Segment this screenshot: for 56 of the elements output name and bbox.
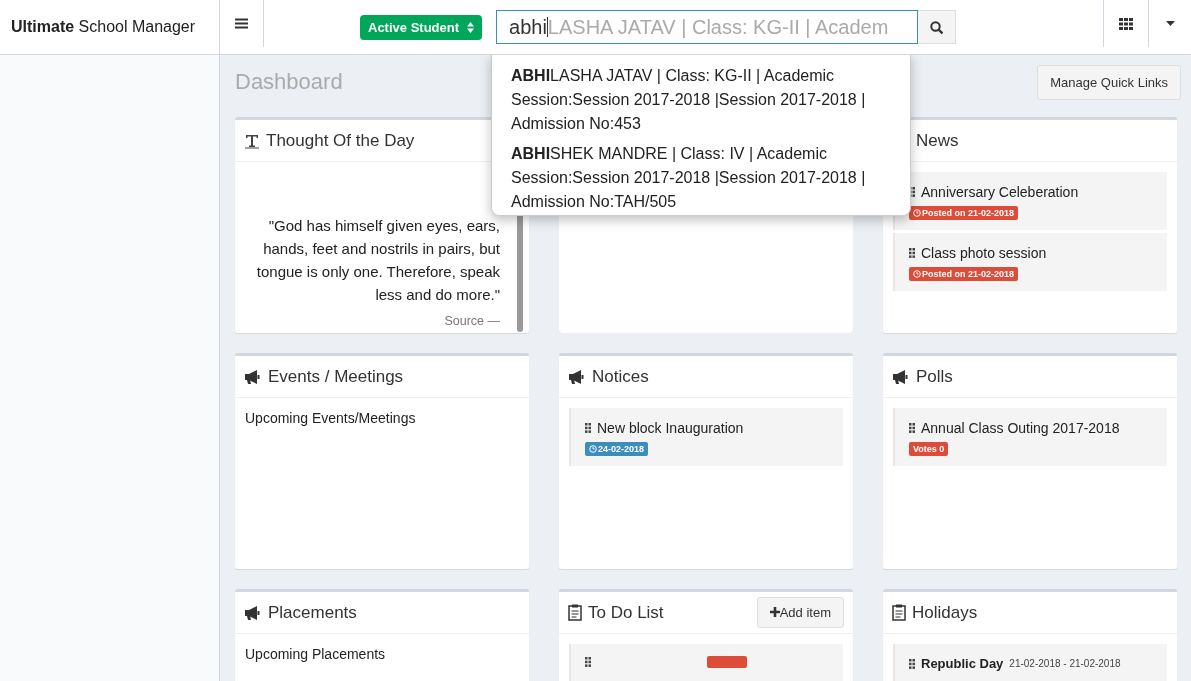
add-item-button[interactable]: Add item [756, 597, 844, 628]
item-title[interactable]: Annual Class Outing 2017-2018 [921, 420, 1120, 436]
placeholder-text: Upcoming Events/Meetings [244, 409, 417, 428]
search-field[interactable]: abhiLASHA JATAV | Class: KG-II | Academ [496, 10, 918, 44]
panel-title: News [916, 130, 959, 151]
date-badge: 24-02-2018 [585, 442, 649, 456]
grip-icon[interactable] [909, 423, 915, 433]
panel-title: Holidays [912, 602, 978, 623]
holiday-name: Republic Day [921, 656, 1004, 671]
holiday-dates: 21-02-2018 - 21-02-2018 [1009, 658, 1121, 669]
search-icon [930, 20, 943, 34]
clock-icon [913, 209, 921, 217]
autocomplete-hint: LASHA JATAV | Class: KG-II | Academ [547, 15, 889, 39]
clipboard-icon [892, 604, 906, 621]
grip-icon[interactable] [909, 658, 915, 669]
menu-icon[interactable] [235, 18, 248, 29]
panel-title: Placements [268, 602, 357, 623]
megaphone-icon [892, 368, 910, 385]
suggestion-item[interactable]: ABHILASHA JATAV | Class: KG-II | Academic Session:Session 2017-2018 |Session 2017-2018 | Admission No:453 [511, 64, 910, 136]
clipboard-icon [568, 604, 582, 621]
clock-icon [913, 270, 921, 278]
grip-icon[interactable] [585, 423, 591, 433]
manage-links-button[interactable]: Manage Quick Links [1037, 64, 1181, 100]
clock-icon [589, 445, 597, 453]
caret-icon[interactable] [1165, 21, 1175, 26]
page-title: Dashboard [235, 69, 343, 95]
list-item[interactable]: New block Inauguration 24-02-2018 [569, 408, 843, 466]
item-title[interactable]: Anniversary Celeberation [921, 184, 1079, 200]
date-badge: Votes 0 [909, 442, 949, 456]
date-badge: Posted on 21-02-2018 [909, 267, 1019, 281]
panel-title: To Do List [588, 602, 664, 623]
date-badge: Posted on 21-02-2018 [909, 206, 1019, 220]
list-item[interactable]: Annual Class Outing 2017-2018 Votes 0 [893, 408, 1167, 466]
apps-grid-icon[interactable] [1119, 17, 1133, 30]
quote-source: Source — [443, 314, 500, 328]
text-icon [244, 132, 260, 149]
grip-icon[interactable] [585, 657, 591, 667]
sort-arrows-icon [467, 21, 474, 33]
panel-title: Events / Meetings [268, 366, 404, 387]
panel-title: Thought Of the Day [266, 130, 415, 151]
placeholder-text: Upcoming Placements [244, 645, 387, 664]
panel-title: Notices [592, 366, 649, 387]
megaphone-icon [244, 368, 262, 385]
megaphone-icon [568, 368, 586, 385]
megaphone-icon [244, 604, 262, 621]
grip-icon[interactable] [909, 248, 915, 258]
panel-title: Polls [916, 366, 953, 387]
quote-text: "God has himself given eyes, ears, hands, feet and nostrils in pairs, but tongue is only one. Therefore, speak less and do more." [255, 216, 500, 305]
item-title[interactable]: New block Inauguration [597, 420, 744, 436]
search-text: abhi [509, 17, 548, 37]
item-title[interactable]: Class photo session [921, 245, 1047, 261]
app-logo[interactable]: Ultimate School Manager [11, 18, 196, 36]
search-button[interactable] [918, 10, 956, 44]
list-item[interactable]: Anniversary Celeberation Posted on 21-02-2018 [893, 172, 1167, 230]
list-item[interactable]: Class photo session Posted on 21-02-2018 [893, 233, 1167, 291]
plus-icon [769, 607, 780, 617]
